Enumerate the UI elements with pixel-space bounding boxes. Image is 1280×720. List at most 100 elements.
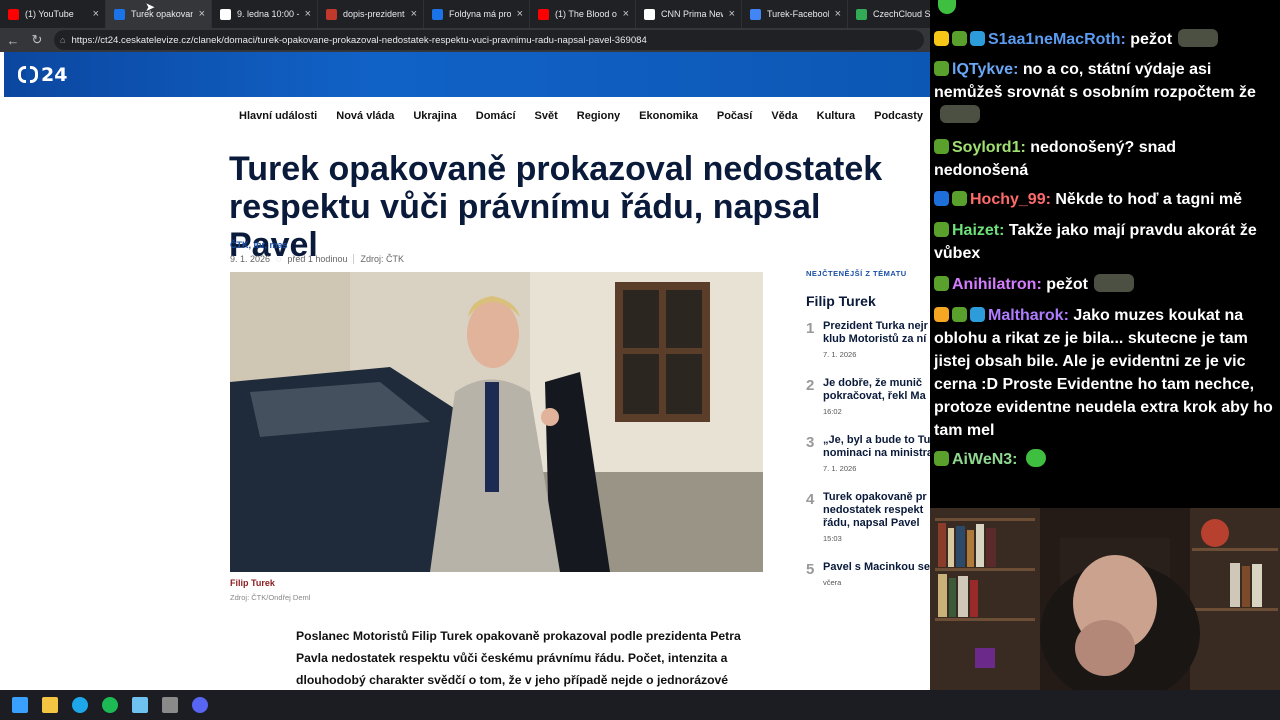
ct-logo-icon <box>18 66 38 83</box>
tab-title: CNN Prima News <box>661 9 723 19</box>
nav-link[interactable]: Svět <box>535 110 558 122</box>
site-info-icon[interactable]: ⌂ <box>60 35 65 45</box>
tab-favicon-icon <box>750 8 761 20</box>
nav-link[interactable]: Regiony <box>577 110 620 122</box>
related-item-title: „Je, byl a bude to Tu nominaci na ministr… <box>823 434 930 460</box>
spotify-icon[interactable] <box>100 695 120 715</box>
chat-text: pežot <box>1130 31 1173 48</box>
article-authors[interactable]: ČTK, ibr, mas <box>230 240 288 250</box>
back-icon[interactable]: ← <box>6 33 20 48</box>
tab-favicon-icon <box>538 8 549 20</box>
browser-tab[interactable]: 9. ledna 10:00 - Si × <box>212 0 318 28</box>
close-tab-icon[interactable]: × <box>517 8 523 20</box>
calculator-icon[interactable] <box>160 695 180 715</box>
related-item-title: Prezident Turka nejr klub Motoristů za ní <box>823 320 928 346</box>
browser-tab[interactable]: CNN Prima News × <box>636 0 742 28</box>
browser-tab[interactable]: Foldyna má probi × <box>424 0 530 28</box>
article-lead: Poslanec Motoristů Filip Turek opakovaně… <box>296 629 741 687</box>
related-topic-title[interactable]: Filip Turek <box>806 293 876 309</box>
related-item-number: 2 <box>806 377 815 394</box>
close-tab-icon[interactable]: × <box>411 8 417 20</box>
chat-username[interactable]: AiWeN3 <box>952 451 1012 468</box>
chat-username[interactable]: Hochy_99 <box>970 191 1046 208</box>
related-item-title-line: Je dobře, že munič <box>823 377 923 389</box>
related-item-date: 7. 1. 2026 <box>823 350 857 359</box>
leaf-badge-icon <box>934 451 949 466</box>
discord-icon[interactable] <box>190 695 210 715</box>
close-tab-icon[interactable]: × <box>305 8 311 20</box>
related-item-date: včera <box>823 578 842 587</box>
boost-badge-icon <box>934 191 949 206</box>
chat-message: lQTykve: no a co, státní výdaje asi nemů… <box>934 58 1274 127</box>
ct24-logo[interactable]: 24 <box>18 64 67 86</box>
photo-source: Zdroj: ČTK/Ondřej Deml <box>230 593 311 602</box>
leaf-badge-icon <box>952 31 967 46</box>
browser-tab[interactable]: (1) The Blood of D × <box>530 0 636 28</box>
leaf-badge-icon <box>934 222 949 237</box>
clock-icon: ◌ <box>276 254 282 264</box>
leaf-badge-icon <box>934 139 949 154</box>
browser-tab[interactable]: Turek-Facebook.p × <box>742 0 848 28</box>
notepad-icon[interactable] <box>130 695 150 715</box>
windows-icon[interactable] <box>10 695 30 715</box>
chat-username[interactable]: S1aa1neMacRoth <box>988 31 1121 48</box>
nav-link[interactable]: Ukrajina <box>413 110 456 122</box>
chat-username[interactable]: Haizet <box>952 222 999 239</box>
close-tab-icon[interactable]: × <box>93 8 99 20</box>
browser-tab[interactable]: Turek opakovaně × <box>106 0 212 28</box>
edge-icon[interactable] <box>70 695 90 715</box>
nav-link[interactable]: Nová vláda <box>336 110 394 122</box>
chat-colon: : <box>1036 276 1047 293</box>
article-meta: 9. 1. 2026 ◌ před 1 hodinou Zdroj: ČTK <box>230 254 404 264</box>
url-input[interactable]: ⌂ https://ct24.ceskatelevize.cz/clanek/d… <box>54 30 924 50</box>
webcam-feed <box>930 508 1280 690</box>
nav-link[interactable]: Kultura <box>817 110 856 122</box>
close-tab-icon[interactable]: × <box>199 8 205 20</box>
close-tab-icon[interactable]: × <box>623 8 629 20</box>
browser-tab[interactable]: CzechCloud Strea× <box>848 0 930 28</box>
close-tab-icon[interactable]: × <box>835 8 841 20</box>
chat-emote-icon <box>1094 274 1134 292</box>
chat-username[interactable]: Maltharok <box>988 307 1064 324</box>
reload-icon[interactable]: ↻ <box>30 32 44 48</box>
mouse-cursor-icon: ➤ <box>145 0 156 14</box>
tab-favicon-icon <box>220 8 231 20</box>
chat-text: Jako muzes koukat na oblohu a rikat ze j… <box>934 307 1273 439</box>
explorer-icon[interactable] <box>40 695 60 715</box>
nav-link[interactable]: Domácí <box>476 110 516 122</box>
related-item-title-line: klub Motoristů za ní <box>823 333 927 345</box>
chat-message: Soylord1: nedonošený? snad nedonošená <box>934 136 1274 182</box>
article-date: 9. 1. 2026 <box>230 254 271 264</box>
chat-message: Anihilatron: pežot <box>934 273 1274 296</box>
related-item-title-line: pokračovat, řekl Ma <box>823 390 926 402</box>
related-item-title: Turek opakovaně pr nedostatek respekt řádu… <box>823 491 927 530</box>
webcam-image <box>930 508 1280 690</box>
chat-colon: : <box>1045 191 1056 208</box>
site-header: 24 <box>4 52 930 97</box>
nav-link[interactable]: Hlavní události <box>239 110 317 122</box>
related-item-number: 3 <box>806 434 815 451</box>
nav-link[interactable]: Ekonomika <box>639 110 698 122</box>
nav-link[interactable]: Podcasty <box>874 110 923 122</box>
meta-divider <box>353 254 355 264</box>
cube-badge-icon <box>970 31 985 46</box>
related-item-number: 5 <box>806 561 815 578</box>
chat-colon: : <box>1120 31 1131 48</box>
chat-username[interactable]: Soylord1 <box>952 139 1020 156</box>
chat-emote-icon <box>940 105 980 123</box>
close-tab-icon[interactable]: × <box>729 8 735 20</box>
related-item-title-line: řádu, napsal Pavel <box>823 517 920 529</box>
nav-link[interactable]: Počasí <box>717 110 752 122</box>
browser-tab[interactable]: (1) YouTube × <box>0 0 106 28</box>
browser-tab[interactable]: dopis-prezidenta × <box>318 0 424 28</box>
chat-username[interactable]: lQTykve <box>952 61 1013 78</box>
nav-link[interactable]: Věda <box>771 110 797 122</box>
chat-username[interactable]: Anihilatron <box>952 276 1036 293</box>
chat-emote-icon <box>1025 449 1046 467</box>
address-bar: ← ↻ ⌂ https://ct24.ceskatelevize.cz/clan… <box>0 28 930 52</box>
article-photo[interactable] <box>230 272 763 572</box>
tab-favicon-icon <box>644 8 655 20</box>
logo-text: 24 <box>41 63 68 86</box>
related-item-title-line: nominaci na ministra <box>823 447 930 459</box>
chat-message: AiWeN3: <box>934 448 1274 471</box>
